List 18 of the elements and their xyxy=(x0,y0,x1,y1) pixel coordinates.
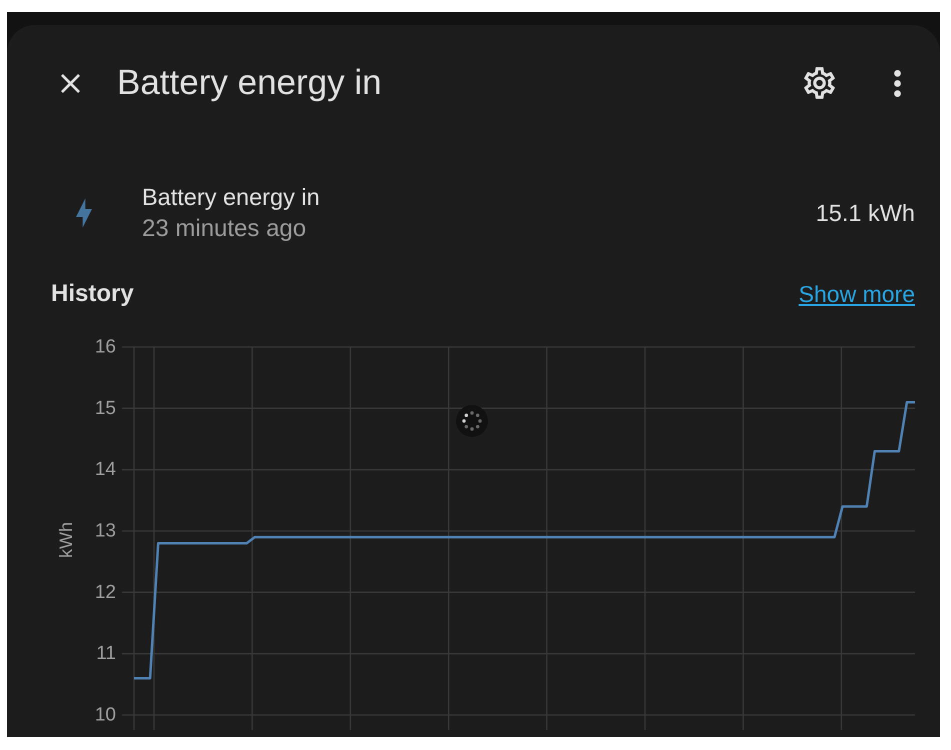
y-axis-title: kWh xyxy=(56,522,76,558)
dialog-title: Battery energy in xyxy=(117,63,383,103)
more-options-icon xyxy=(894,70,900,96)
close-icon xyxy=(60,74,80,92)
entity-state-value: 15.1 kWh xyxy=(816,200,915,226)
y-tick-label: 15 xyxy=(94,398,116,419)
y-tick-label: 14 xyxy=(94,459,116,480)
y-tick-label: 11 xyxy=(96,643,116,664)
y-tick-label: 10 xyxy=(94,704,116,726)
history-heading: History xyxy=(51,280,134,308)
lightning-bolt-icon xyxy=(76,198,92,228)
y-tick-label: 16 xyxy=(94,336,116,358)
settings-icon xyxy=(804,67,834,99)
show-more-link[interactable]: Show more xyxy=(798,280,915,308)
entity-name: Battery energy in xyxy=(142,183,320,212)
y-tick-label: 13 xyxy=(94,520,116,542)
last-changed-time: 23 minutes ago xyxy=(142,214,306,244)
y-tick-label: 12 xyxy=(94,582,116,603)
